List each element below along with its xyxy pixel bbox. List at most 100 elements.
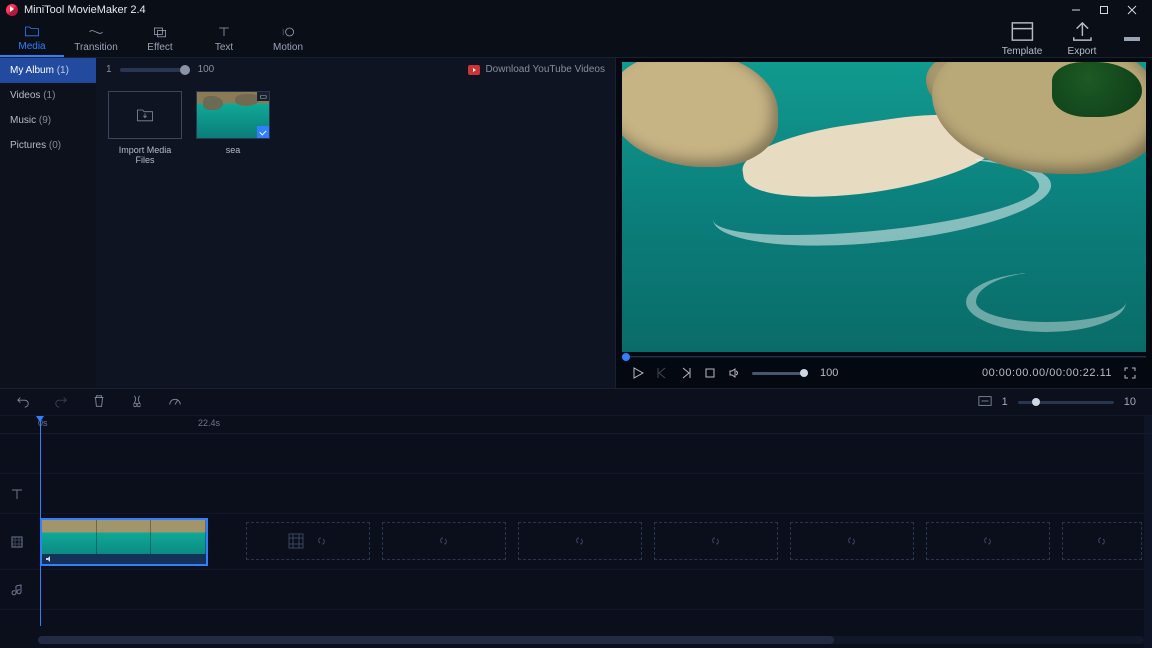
- import-media-label: Import Media Files: [108, 145, 182, 165]
- timeline-zoom-max: 10: [1124, 396, 1136, 408]
- track-video: [0, 514, 1152, 570]
- sidebar-item-my-album[interactable]: My Album (1): [0, 58, 96, 83]
- timeline: 0s 22.4s: [0, 416, 1152, 648]
- time-total: 00:00:22.11: [1049, 367, 1112, 379]
- link-icon: [437, 534, 451, 548]
- template-icon: [1008, 20, 1037, 43]
- sidebar-item-label: My Album: [10, 65, 54, 76]
- video-track-icon: [0, 535, 34, 549]
- link-icon: [845, 534, 859, 548]
- track-overlay: [0, 434, 1152, 474]
- thumb-zoom-slider[interactable]: [120, 68, 190, 72]
- sidebar-item-count: (1): [43, 90, 55, 101]
- text-icon: [216, 25, 232, 39]
- track-lane[interactable]: [34, 514, 1152, 569]
- time-current: 00:00:00.00: [982, 367, 1046, 379]
- media-thumbnail[interactable]: ▭: [196, 91, 270, 139]
- youtube-icon: [468, 65, 480, 75]
- sidebar-item-music[interactable]: Music (9): [0, 108, 96, 133]
- template-button[interactable]: Template: [992, 20, 1052, 57]
- track-lane[interactable]: [34, 434, 1152, 473]
- timeline-toolbar: 1 10: [0, 388, 1152, 416]
- track-lane[interactable]: [34, 474, 1152, 513]
- menu-button[interactable]: [1112, 20, 1152, 57]
- tab-media-label: Media: [18, 41, 45, 52]
- preview-seek-bar[interactable]: [622, 354, 1146, 360]
- import-media-box[interactable]: [108, 91, 182, 139]
- link-icon: [709, 534, 723, 548]
- download-youtube-button[interactable]: Download YouTube Videos: [468, 64, 605, 75]
- link-icon: [573, 534, 587, 548]
- speaker-icon: [728, 367, 740, 379]
- video-clip-sea[interactable]: [40, 518, 208, 566]
- tab-motion[interactable]: Motion: [256, 20, 320, 57]
- delete-button[interactable]: [92, 394, 106, 411]
- empty-slot[interactable]: [518, 522, 642, 560]
- empty-slot[interactable]: [654, 522, 778, 560]
- undo-button[interactable]: [16, 394, 30, 411]
- sidebar-item-videos[interactable]: Videos (1): [0, 83, 96, 108]
- transition-icon: [88, 25, 104, 39]
- import-media-card[interactable]: Import Media Files: [108, 91, 182, 165]
- folder-download-icon: [135, 105, 155, 125]
- sidebar-item-count: (0): [49, 140, 61, 151]
- text-track-icon: [0, 487, 34, 501]
- play-button[interactable]: [632, 367, 644, 379]
- preview-viewport[interactable]: [622, 62, 1146, 352]
- link-icon: [981, 534, 995, 548]
- timeline-scrollbar[interactable]: [38, 636, 1144, 644]
- empty-slot[interactable]: [246, 522, 370, 560]
- split-button[interactable]: [130, 394, 144, 411]
- download-youtube-label: Download YouTube Videos: [485, 64, 605, 75]
- window-close-button[interactable]: [1118, 0, 1146, 20]
- audio-track-icon: [0, 583, 34, 597]
- sidebar-item-label: Music: [10, 115, 36, 126]
- volume-slider[interactable]: [752, 372, 808, 375]
- clip-badge-icon: ▭: [257, 92, 269, 101]
- sidebar-item-label: Videos: [10, 90, 40, 101]
- tab-motion-label: Motion: [273, 42, 303, 53]
- export-button[interactable]: Export: [1052, 20, 1112, 57]
- empty-slot[interactable]: [382, 522, 506, 560]
- fit-timeline-button[interactable]: [978, 394, 992, 411]
- next-frame-button[interactable]: [680, 367, 692, 379]
- sidebar-item-label: Pictures: [10, 140, 46, 151]
- track-audio: [0, 570, 1152, 610]
- sidebar-item-pictures[interactable]: Pictures (0): [0, 133, 96, 158]
- sidebar-item-count: (1): [57, 65, 69, 76]
- timeline-zoom-slider[interactable]: [1018, 401, 1114, 404]
- media-clip-sea[interactable]: ▭ sea: [196, 91, 270, 155]
- tab-text-label: Text: [215, 42, 233, 53]
- template-label: Template: [1002, 46, 1043, 57]
- tab-text[interactable]: Text: [192, 20, 256, 57]
- volume-value: 100: [820, 367, 838, 379]
- empty-slot[interactable]: [926, 522, 1050, 560]
- prev-frame-button[interactable]: [656, 367, 668, 379]
- window-minimize-button[interactable]: [1062, 0, 1090, 20]
- tab-transition[interactable]: Transition: [64, 20, 128, 57]
- app-title: MiniTool MovieMaker 2.4: [24, 4, 146, 16]
- main-toolbar: Media Transition Effect Text Motion Temp…: [0, 20, 1152, 58]
- hamburger-icon: [1124, 37, 1140, 41]
- track-lane[interactable]: [34, 570, 1152, 609]
- export-icon: [1068, 20, 1097, 43]
- empty-slot[interactable]: [790, 522, 914, 560]
- fullscreen-button[interactable]: [1124, 367, 1136, 379]
- stop-button[interactable]: [704, 367, 716, 379]
- preview-time: 00:00:00.00/00:00:22.11: [982, 367, 1112, 379]
- speed-button[interactable]: [168, 394, 182, 411]
- window-maximize-button[interactable]: [1090, 0, 1118, 20]
- title-bar: MiniTool MovieMaker 2.4: [0, 0, 1152, 20]
- track-text: [0, 474, 1152, 514]
- motion-icon: [280, 25, 296, 39]
- timeline-ruler[interactable]: 0s 22.4s: [0, 416, 1152, 434]
- mute-button[interactable]: [728, 367, 740, 379]
- preview-controls: 100 00:00:00.00/00:00:22.11: [622, 360, 1146, 386]
- tab-transition-label: Transition: [74, 42, 118, 53]
- tab-effect[interactable]: Effect: [128, 20, 192, 57]
- export-label: Export: [1068, 46, 1097, 57]
- empty-slot[interactable]: [1062, 522, 1142, 560]
- library-sidebar: My Album (1) Videos (1) Music (9) Pictur…: [0, 58, 96, 388]
- tab-media[interactable]: Media: [0, 20, 64, 57]
- redo-button[interactable]: [54, 394, 68, 411]
